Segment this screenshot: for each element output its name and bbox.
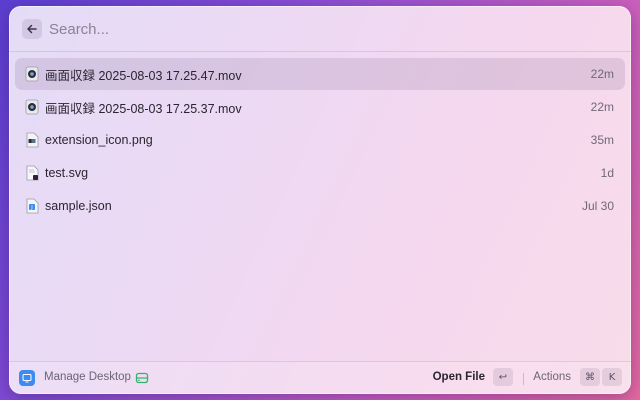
desktop-icon — [22, 374, 32, 383]
list-item[interactable]: 画面収録 2025-08-03 17.25.47.mov 22m — [15, 58, 625, 90]
extension-title: Manage Desktop — [44, 371, 131, 383]
back-button[interactable] — [22, 19, 42, 39]
action-bar: Manage Desktop Open File ↩ Actions ⌘ K — [9, 361, 631, 394]
extension-icon — [19, 370, 35, 386]
video-file-icon — [25, 66, 39, 82]
arrow-left-icon — [27, 24, 37, 34]
json-file-icon: J — [26, 198, 39, 214]
open-file-action[interactable]: Open File — [433, 371, 485, 383]
file-time: 22m — [590, 67, 614, 81]
file-time: 22m — [590, 100, 614, 114]
image-file-icon — [26, 132, 39, 148]
launcher-window: 画面収録 2025-08-03 17.25.47.mov 22m 画面収録 20… — [9, 6, 631, 394]
drive-icon — [135, 372, 149, 384]
file-time: 1d — [600, 166, 614, 180]
file-name: test.svg — [45, 166, 89, 180]
k-key-hint: K — [602, 368, 622, 386]
svg-text:J: J — [30, 205, 32, 211]
video-file-icon — [25, 99, 39, 115]
search-bar — [9, 6, 631, 52]
actions-button[interactable]: Actions — [533, 371, 571, 383]
file-time: Jul 30 — [581, 199, 614, 213]
svg-file-icon — [26, 165, 39, 181]
results-list: 画面収録 2025-08-03 17.25.47.mov 22m 画面収録 20… — [15, 58, 625, 223]
list-item[interactable]: J sample.json Jul 30 — [15, 190, 625, 222]
divider — [523, 373, 524, 385]
file-time: 35m — [590, 133, 614, 147]
file-name: 画面収録 2025-08-03 17.25.47.mov — [45, 68, 242, 83]
list-item[interactable]: 画面収録 2025-08-03 17.25.37.mov 22m — [15, 91, 625, 123]
file-name: extension_icon.png — [45, 133, 153, 147]
file-name: sample.json — [45, 199, 112, 213]
list-item[interactable]: test.svg 1d — [15, 157, 625, 189]
enter-key-hint: ↩ — [493, 368, 513, 386]
search-input[interactable] — [49, 16, 609, 42]
file-name: 画面収録 2025-08-03 17.25.37.mov — [45, 101, 242, 116]
command-key-hint: ⌘ — [580, 368, 600, 386]
list-item[interactable]: extension_icon.png 35m — [15, 124, 625, 156]
